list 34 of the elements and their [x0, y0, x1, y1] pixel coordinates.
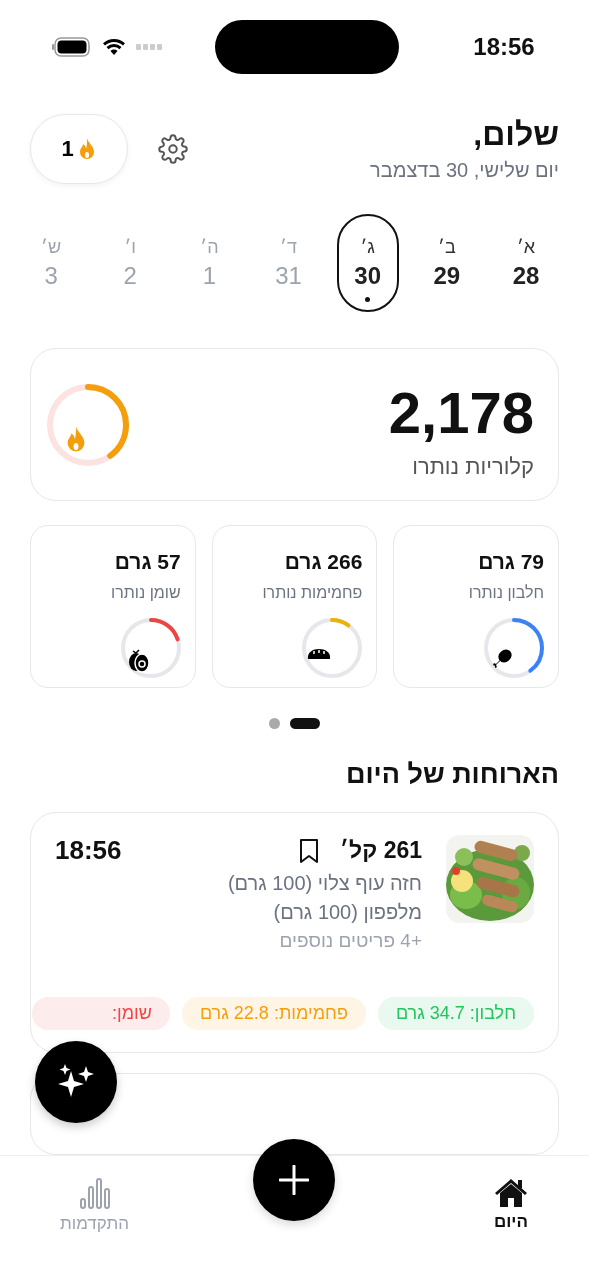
ai-button[interactable]	[35, 1041, 117, 1123]
page-dot[interactable]	[269, 718, 280, 730]
bread-icon	[306, 646, 333, 661]
meal-item: מלפפון (100 גרם)	[272, 901, 422, 925]
avocado-icon	[126, 646, 151, 673]
bookmark-icon[interactable]	[297, 837, 320, 864]
streak-button[interactable]: 1	[30, 114, 128, 184]
macro-label: פחמימות נותרו	[261, 584, 363, 603]
macro-value: 57 גרם	[113, 550, 181, 575]
macro-value: 266 גרם	[283, 550, 363, 575]
macro-label: שומן נותרו	[110, 584, 181, 603]
section-title: הארוחות של היום	[345, 759, 559, 791]
more-items: +4 פריטים נוספים	[278, 930, 422, 953]
macro-label: חלבון נותרו	[467, 584, 544, 603]
date-label: יום שלישי, 30 בדצמבר	[369, 159, 559, 182]
nutrient-tag: שומן:	[32, 997, 170, 1030]
calories-value: 2,178	[388, 379, 534, 447]
status-time: 18:56	[472, 33, 536, 61]
bar-chart-icon	[78, 1176, 111, 1210]
signal-icon	[136, 44, 164, 50]
meal-calories: 261 קל׳	[339, 837, 422, 865]
home-icon	[493, 1176, 529, 1208]
wifi-icon	[102, 38, 126, 56]
calories-label: קלוריות נותרו	[411, 454, 534, 481]
plus-icon	[279, 1165, 309, 1195]
nav-tab[interactable]: היום	[493, 1176, 529, 1246]
meal-time: 18:56	[55, 835, 122, 867]
battery-icon	[52, 37, 92, 57]
nutrient-tag: חלבון: 34.7 גרם	[377, 997, 534, 1030]
meal-item: חזה עוף צלוי (100 גרם)	[226, 872, 422, 896]
nutrient-tag: פחמימות: 22.8 גרם	[181, 997, 366, 1030]
settings-icon[interactable]	[158, 134, 188, 164]
macro-value: 79 גרם	[477, 550, 544, 575]
greeting: שלום,	[472, 116, 559, 153]
